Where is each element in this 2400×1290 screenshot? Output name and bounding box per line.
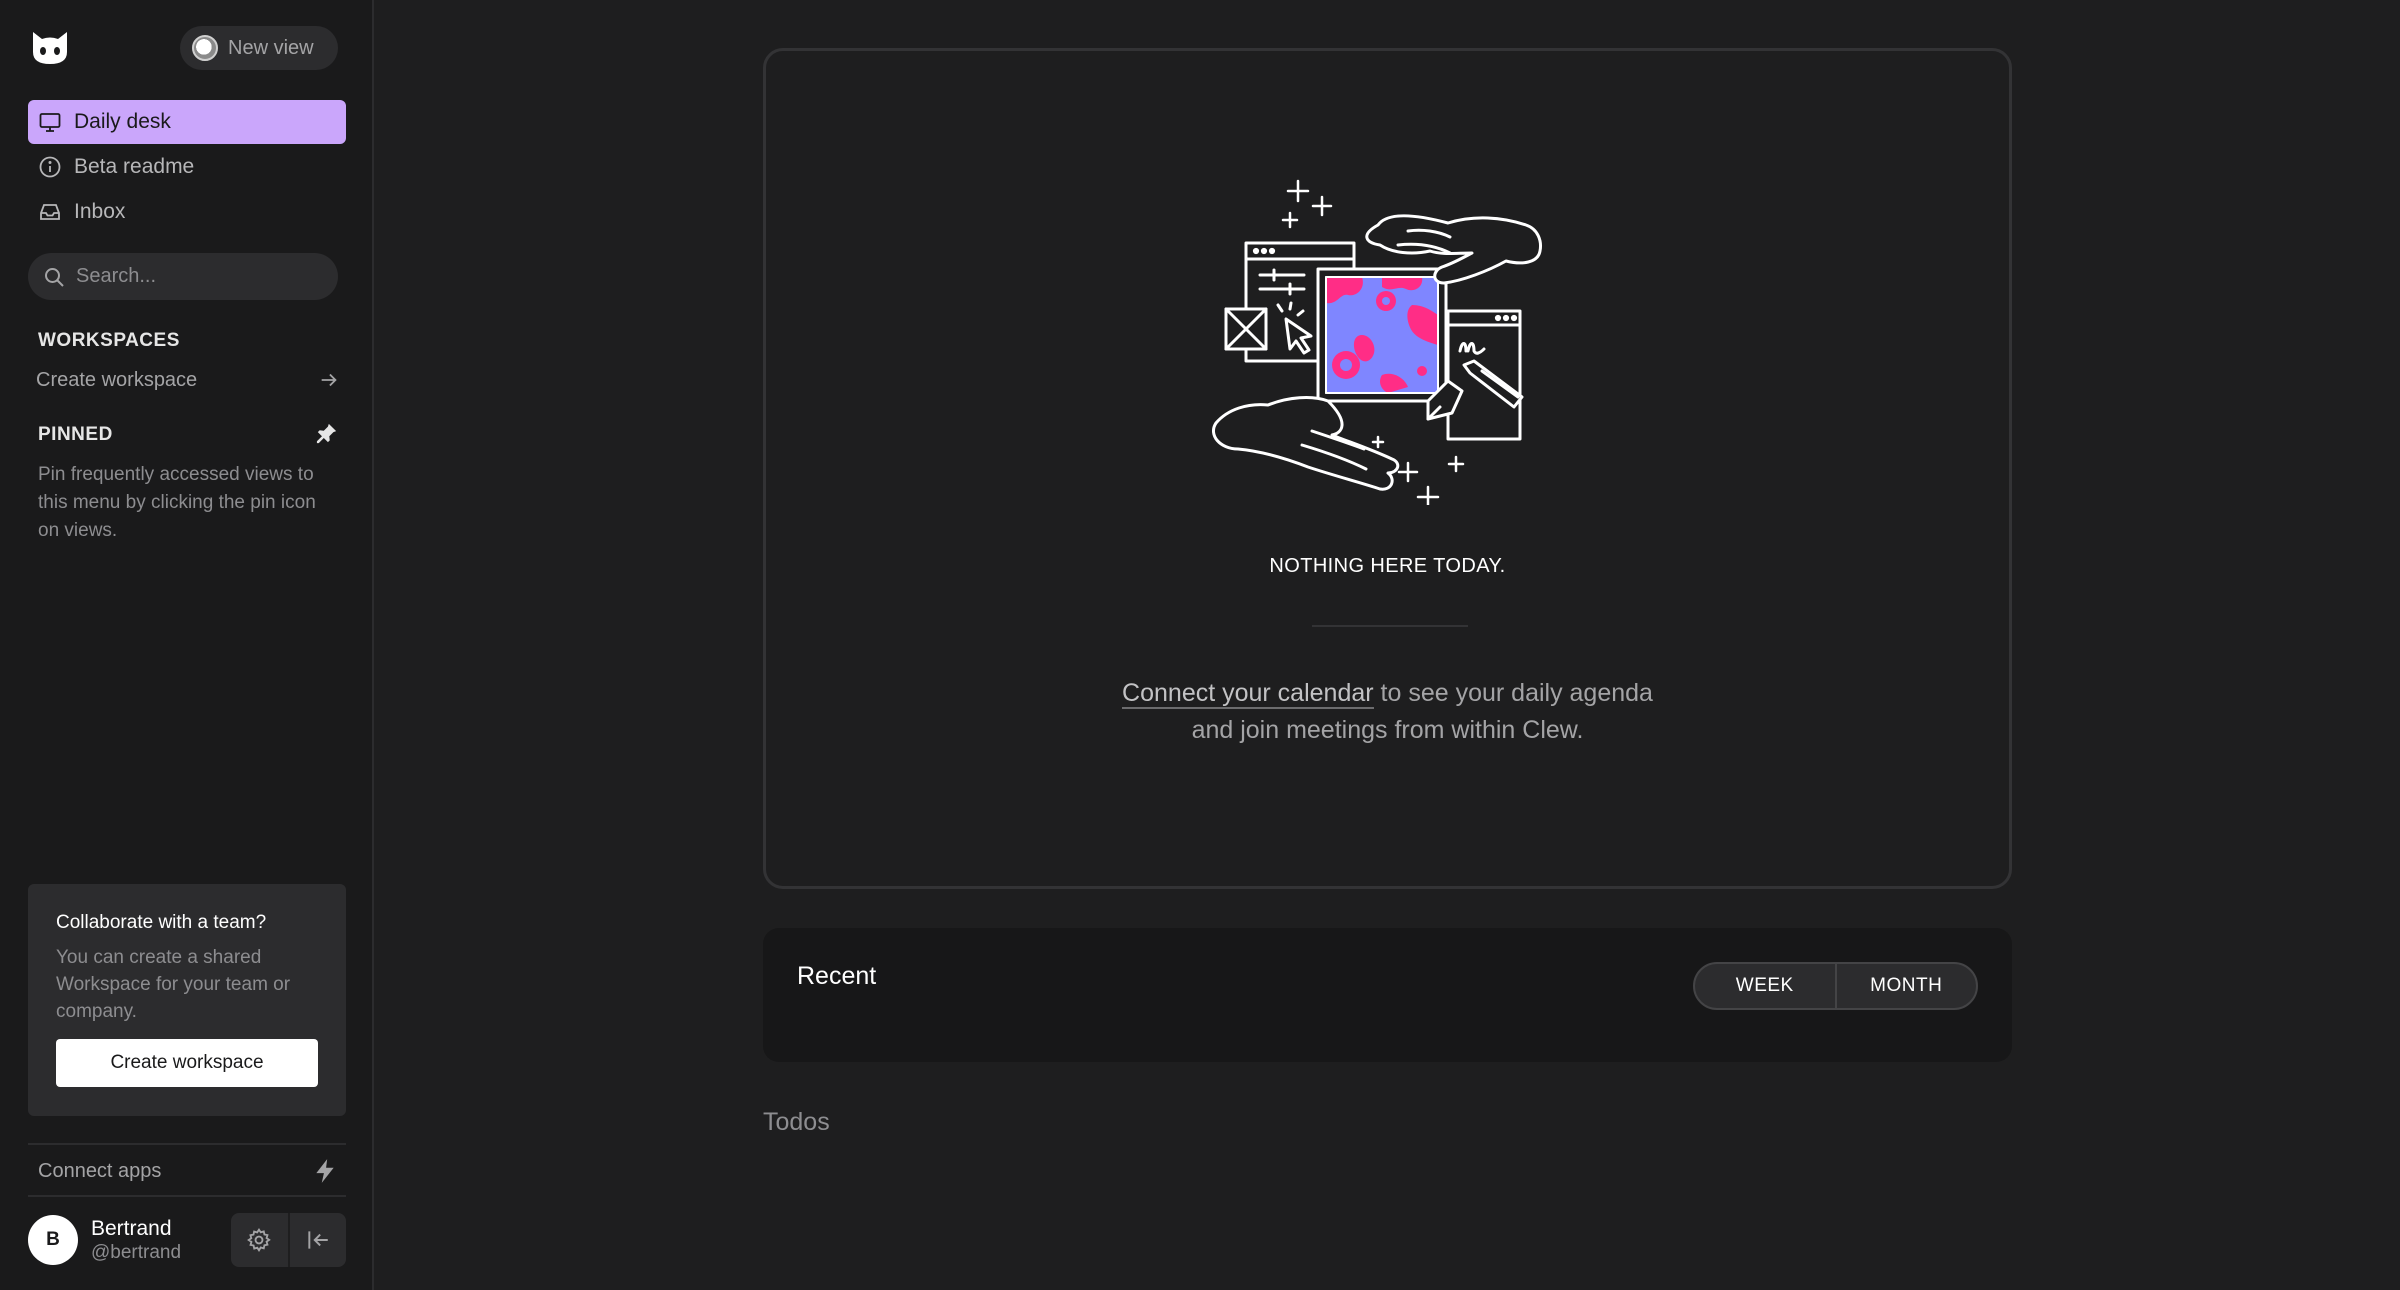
collapse-sidebar-button[interactable] xyxy=(287,1213,347,1267)
inbox-icon xyxy=(40,204,60,220)
settings-button[interactable] xyxy=(231,1213,288,1267)
collaborate-text: You can create a shared Workspace for yo… xyxy=(56,947,291,1022)
connect-apps-label: Connect apps xyxy=(38,1159,162,1182)
nav-label: Beta readme xyxy=(74,155,195,178)
pin-icon xyxy=(316,423,337,444)
toggle-week-button[interactable]: WEEK xyxy=(1695,964,1835,1008)
nav-item-beta-readme[interactable]: Beta readme xyxy=(28,145,346,189)
arrow-right-icon xyxy=(321,373,337,387)
range-toggle: WEEK MONTH xyxy=(1693,962,1978,1010)
monitor-icon xyxy=(39,113,61,132)
collaborate-title: Collaborate with a team? xyxy=(56,912,267,933)
nav-item-daily-desk[interactable]: Daily desk xyxy=(28,100,346,144)
user-actions xyxy=(231,1213,346,1267)
empty-state-illustration xyxy=(1212,179,1542,505)
agenda-message: Connect your calendar to see your daily … xyxy=(766,675,2009,749)
empty-state-title: NOTHING HERE TODAY. xyxy=(1269,555,1506,577)
lightning-icon xyxy=(316,1159,334,1183)
agenda-message-line2: and join meetings from within Clew. xyxy=(1191,716,1584,744)
create-workspace-label: Create workspace xyxy=(36,368,198,391)
new-view-label: New view xyxy=(228,36,314,59)
pinned-heading: PINNED xyxy=(38,424,113,445)
connect-calendar-link[interactable]: Connect your calendar xyxy=(1122,679,1374,709)
info-icon xyxy=(39,156,61,178)
cat-logo-icon[interactable] xyxy=(30,30,70,66)
workspaces-heading: WORKSPACES xyxy=(38,330,180,351)
search-icon xyxy=(45,267,64,287)
recent-card: Recent WEEK MONTH xyxy=(763,928,2012,1062)
agenda-message-line1: to see your daily agenda xyxy=(1373,679,1653,707)
todos-title: Todos xyxy=(763,1108,830,1136)
gear-icon xyxy=(247,1228,272,1252)
toggle-month-button[interactable]: MONTH xyxy=(1834,964,1977,1008)
divider xyxy=(28,1195,346,1197)
avatar[interactable]: B xyxy=(28,1215,78,1265)
divider xyxy=(1312,625,1468,627)
search-input[interactable]: Search... xyxy=(28,253,338,300)
divider xyxy=(28,1143,346,1145)
collaborate-card: Collaborate with a team? You can create … xyxy=(28,884,346,1116)
search-placeholder: Search... xyxy=(76,265,157,287)
nav-label: Daily desk xyxy=(74,110,171,133)
user-name: Bertrand xyxy=(91,1217,172,1240)
connect-apps-button[interactable]: Connect apps xyxy=(28,1148,346,1194)
daily-agenda-card: NOTHING HERE TODAY. Connect your calenda… xyxy=(763,48,2012,889)
nav-item-inbox[interactable]: Inbox xyxy=(28,190,346,234)
collapse-left-icon xyxy=(308,1231,328,1249)
nav-label: Inbox xyxy=(74,200,126,223)
app: New view Daily desk Beta readme Inbox Se… xyxy=(0,0,2400,1290)
recent-title: Recent xyxy=(797,962,877,990)
sidebar: New view Daily desk Beta readme Inbox Se… xyxy=(0,0,374,1290)
new-view-button[interactable]: New view xyxy=(180,26,338,70)
pinned-hint: Pin frequently accessed views to this me… xyxy=(38,464,316,541)
new-view-icon xyxy=(192,35,218,61)
create-workspace-link[interactable]: Create workspace xyxy=(36,364,340,396)
create-workspace-button[interactable]: Create workspace xyxy=(56,1039,318,1087)
main-nav: Daily desk Beta readme Inbox xyxy=(28,100,346,235)
user-handle: @bertrand xyxy=(91,1242,182,1263)
